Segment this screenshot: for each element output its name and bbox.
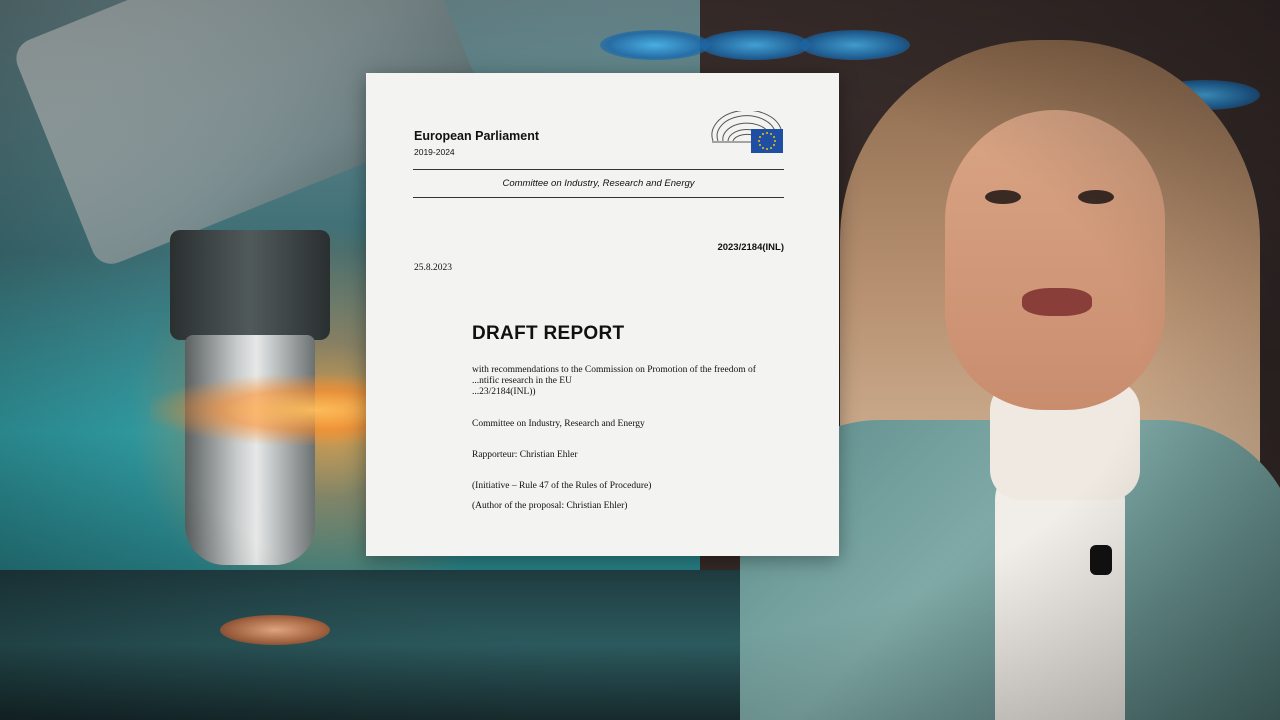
author-line: (Author of the proposal: Christian Ehler… [472,501,628,511]
eu-flag-icon [751,129,783,153]
document-subtitle: with recommendations to the Commission o… [472,365,782,398]
document-date: 25.8.2023 [414,263,452,273]
header-divider [413,169,784,170]
draft-report-document: European Parliament 2019-2024 Committee … [366,73,839,556]
european-parliament-logo-icon [711,111,783,153]
subtitle-line: with recommendations to the Commission o… [472,365,756,375]
organization-name: European Parliament [414,129,540,143]
procedure-reference: 2023/2184(INL) [717,242,784,253]
parliamentary-term: 2019-2024 [414,147,455,157]
rapporteur-line: Rapporteur: Christian Ehler [472,450,578,460]
committee-line: Committee on Industry, Research and Ener… [472,419,645,429]
document-title: DRAFT REPORT [472,323,625,344]
subtitle-line: ...ntific research in the EU [472,376,572,386]
header-divider [413,197,784,198]
committee-header: Committee on Industry, Research and Ener… [502,178,695,189]
subtitle-line: ...23/2184(INL)) [472,387,536,397]
initiative-line: (Initiative – Rule 47 of the Rules of Pr… [472,481,652,491]
